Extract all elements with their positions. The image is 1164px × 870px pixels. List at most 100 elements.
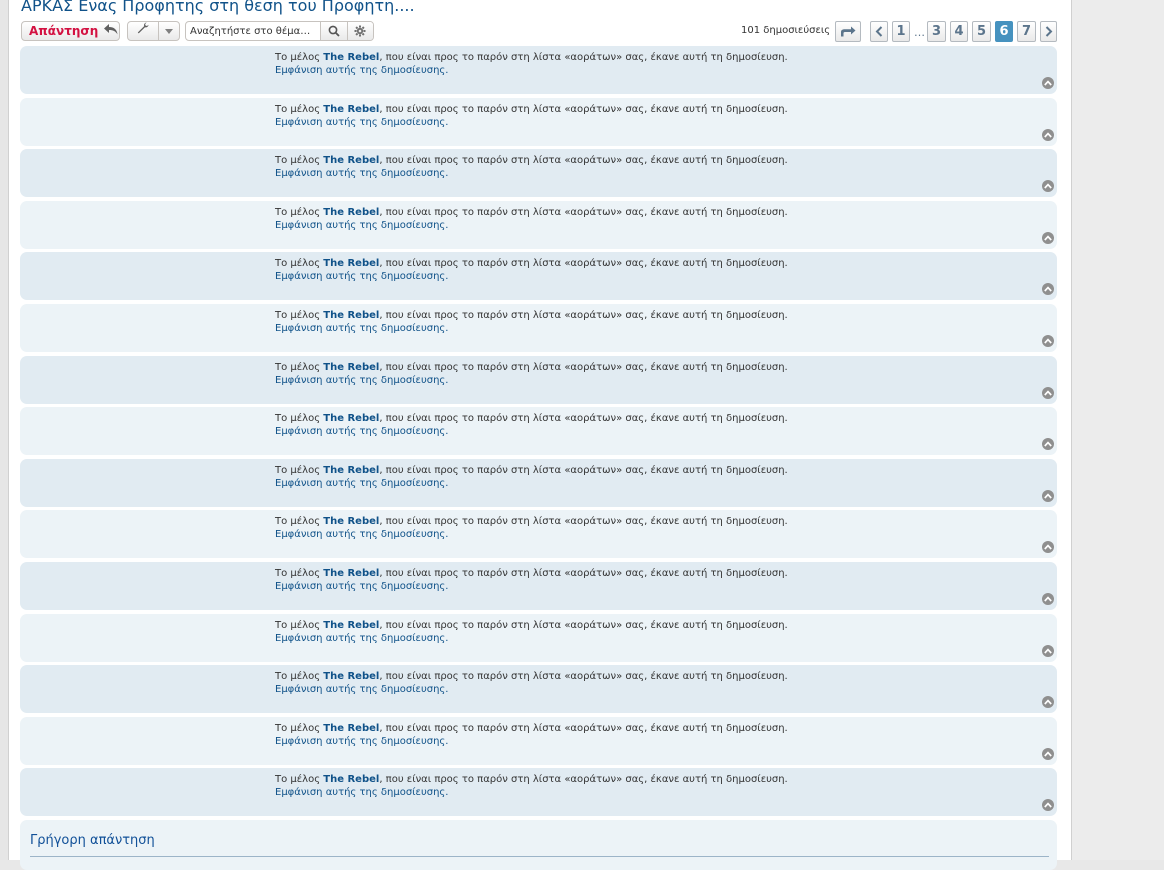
search-input[interactable]	[186, 24, 321, 38]
arrow-up-circle-icon[interactable]	[1042, 128, 1054, 141]
arrow-up-circle-icon[interactable]	[1042, 180, 1054, 193]
member-name-link[interactable]: The Rebel	[323, 104, 379, 115]
notice-suffix: , που είναι προς το παρόν στη λίστα «αορ…	[379, 206, 788, 218]
member-name-link[interactable]: The Rebel	[323, 723, 379, 734]
ignored-post-notice: Το μέλος The Rebel, που είναι προς το πα…	[275, 258, 788, 269]
chevron-down-icon	[159, 27, 179, 36]
ignored-post: Το μέλος The Rebel, που είναι προς το πα…	[20, 613, 1057, 662]
member-name-link[interactable]: The Rebel	[323, 155, 379, 166]
show-post-link[interactable]: Εμφάνιση αυτής της δημοσίευσης.	[275, 529, 448, 540]
notice-suffix: , που είναι προς το παρόν στη λίστα «αορ…	[379, 258, 788, 270]
show-post-link[interactable]: Εμφάνιση αυτής της δημοσίευσης.	[275, 736, 448, 747]
ignored-post-notice: Το μέλος The Rebel, που είναι προς το πα…	[275, 568, 788, 579]
ignored-post: Το μέλος The Rebel, που είναι προς το πα…	[20, 303, 1057, 352]
show-post-link[interactable]: Εμφάνιση αυτής της δημοσίευσης.	[275, 117, 448, 128]
search-icon	[328, 25, 340, 37]
member-name-link[interactable]: The Rebel	[323, 620, 379, 631]
notice-prefix: Το μέλος	[275, 103, 321, 115]
show-post-link[interactable]: Εμφάνιση αυτής της δημοσίευσης.	[275, 65, 448, 76]
member-name-link[interactable]: The Rebel	[323, 568, 379, 579]
arrow-up-circle-icon[interactable]	[1042, 592, 1054, 605]
show-post-link[interactable]: Εμφάνιση αυτής της δημοσίευσης.	[275, 581, 448, 592]
show-post-link[interactable]: Εμφάνιση αυτής της δημοσίευσης.	[275, 323, 448, 334]
ignored-post-notice: Το μέλος The Rebel, που είναι προς το πα…	[275, 723, 788, 734]
ignored-post: Το μέλος The Rebel, που είναι προς το πα…	[20, 355, 1057, 404]
member-name-link[interactable]: The Rebel	[323, 465, 379, 476]
notice-suffix: , που είναι προς το παρόν στη λίστα «αορ…	[379, 464, 788, 476]
topic-tools-button[interactable]	[127, 21, 180, 41]
posts-list: Το μέλος The Rebel, που είναι προς το πα…	[20, 46, 1057, 820]
reply-arrow-icon	[104, 24, 118, 38]
ignored-post-notice: Το μέλος The Rebel, που είναι προς το πα…	[275, 155, 788, 166]
arrow-up-circle-icon[interactable]	[1042, 231, 1054, 244]
notice-suffix: , που είναι προς το παρόν στη λίστα «αορ…	[379, 774, 788, 786]
ignored-post-notice: Το μέλος The Rebel, που είναι προς το πα…	[275, 310, 788, 321]
member-name-link[interactable]: The Rebel	[323, 207, 379, 218]
arrow-up-circle-icon[interactable]	[1042, 77, 1054, 89]
page-link-3[interactable]: 3	[927, 21, 946, 42]
reply-button[interactable]: Απάντηση	[21, 21, 120, 41]
arrow-up-circle-icon[interactable]	[1042, 644, 1054, 657]
ignored-post-notice: Το μέλος The Rebel, που είναι προς το πα…	[275, 516, 788, 527]
arrow-up-circle-icon[interactable]	[1042, 438, 1054, 451]
notice-prefix: Το μέλος	[275, 155, 321, 167]
ignored-post: Το μέλος The Rebel, που είναι προς το πα…	[20, 46, 1057, 94]
notice-prefix: Το μέλος	[275, 206, 321, 218]
show-post-link[interactable]: Εμφάνιση αυτής της δημοσίευσης.	[275, 684, 448, 695]
reply-button-label: Απάντηση	[29, 24, 99, 38]
previous-page-button[interactable]	[870, 21, 888, 42]
ignored-post-notice: Το μέλος The Rebel, που είναι προς το πα…	[275, 620, 788, 631]
ignored-post-notice: Το μέλος The Rebel, που είναι προς το πα…	[275, 52, 788, 63]
show-post-link[interactable]: Εμφάνιση αυτής της δημοσίευσης.	[275, 787, 448, 798]
show-post-link[interactable]: Εμφάνιση αυτής της δημοσίευσης.	[275, 375, 448, 386]
arrow-up-circle-icon[interactable]	[1042, 334, 1054, 347]
arrow-up-circle-icon[interactable]	[1042, 489, 1054, 502]
show-post-link[interactable]: Εμφάνιση αυτής της δημοσίευσης.	[275, 271, 448, 282]
notice-suffix: , που είναι προς το παρόν στη λίστα «αορ…	[379, 619, 788, 631]
member-name-link[interactable]: The Rebel	[323, 310, 379, 321]
notice-prefix: Το μέλος	[275, 774, 321, 786]
member-name-link[interactable]: The Rebel	[323, 671, 379, 682]
arrow-up-circle-icon[interactable]	[1042, 386, 1054, 399]
member-name-link[interactable]: The Rebel	[323, 774, 379, 785]
post-count: 101 δημοσιεύσεις	[741, 25, 831, 36]
ignored-post: Το μέλος The Rebel, που είναι προς το πα…	[20, 200, 1057, 249]
topic-title[interactable]: ΑΡΚΑΣ Ενας Προφητης στη θεση του Προφητη…	[21, 0, 415, 15]
arrow-up-circle-icon[interactable]	[1042, 799, 1054, 812]
ignored-post-notice: Το μέλος The Rebel, που είναι προς το πα…	[275, 104, 788, 115]
ignored-post: Το μέλος The Rebel, που είναι προς το πα…	[20, 716, 1057, 765]
show-post-link[interactable]: Εμφάνιση αυτής της δημοσίευσης.	[275, 168, 448, 179]
notice-suffix: , που είναι προς το παρόν στη λίστα «αορ…	[379, 309, 788, 321]
ignored-post-notice: Το μέλος The Rebel, που είναι προς το πα…	[275, 465, 788, 476]
arrow-up-circle-icon[interactable]	[1042, 283, 1054, 296]
page-link-1[interactable]: 1	[892, 21, 910, 42]
arrow-up-circle-icon[interactable]	[1042, 541, 1054, 554]
page-link-7[interactable]: 7	[1017, 21, 1036, 42]
member-name-link[interactable]: The Rebel	[323, 362, 379, 373]
next-page-button[interactable]	[1040, 21, 1057, 42]
notice-prefix: Το μέλος	[275, 722, 321, 734]
advanced-search-button[interactable]	[346, 22, 373, 40]
member-name-link[interactable]: The Rebel	[323, 516, 379, 527]
page-link-4[interactable]: 4	[950, 21, 968, 42]
notice-suffix: , που είναι προς το παρόν στη λίστα «αορ…	[379, 413, 788, 425]
arrow-up-circle-icon[interactable]	[1042, 747, 1054, 760]
show-post-link[interactable]: Εμφάνιση αυτής της δημοσίευσης.	[275, 478, 448, 489]
page-content: ΑΡΚΑΣ Ενας Προφητης στη θεση του Προφητη…	[8, 0, 1072, 870]
member-name-link[interactable]: The Rebel	[323, 413, 379, 424]
quick-reply-title: Γρήγορη απάντηση	[30, 833, 155, 848]
member-name-link[interactable]: The Rebel	[323, 258, 379, 269]
ignored-post: Το μέλος The Rebel, που είναι προς το πα…	[20, 97, 1057, 146]
show-post-link[interactable]: Εμφάνιση αυτής της δημοσίευσης.	[275, 426, 448, 437]
gear-icon	[354, 25, 366, 37]
arrow-up-circle-icon[interactable]	[1042, 696, 1054, 709]
member-name-link[interactable]: The Rebel	[323, 52, 379, 63]
notice-suffix: , που είναι προς το παρόν στη λίστα «αορ…	[379, 671, 788, 683]
notice-prefix: Το μέλος	[275, 309, 321, 321]
show-post-link[interactable]: Εμφάνιση αυτής της δημοσίευσης.	[275, 220, 448, 231]
ignored-post-notice: Το μέλος The Rebel, που είναι προς το πα…	[275, 413, 788, 424]
show-post-link[interactable]: Εμφάνιση αυτής της δημοσίευσης.	[275, 633, 448, 644]
search-button[interactable]	[320, 22, 347, 40]
page-link-5[interactable]: 5	[972, 21, 991, 42]
jump-to-page-button[interactable]	[835, 21, 861, 42]
